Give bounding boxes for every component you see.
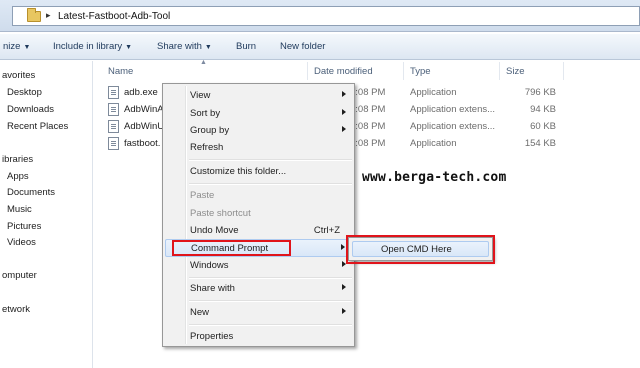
file-date: 3:08 PM [350,138,386,149]
shortcut-label: Ctrl+Z [313,225,340,236]
navigation-pane: avorites Desktop Downloads Recent Places… [0,61,93,368]
file-type: Application extens... [410,121,496,132]
menu-item-view[interactable]: View [165,87,352,105]
file-name: AdbWinU [124,121,165,132]
menu-item-refresh[interactable]: Refresh [165,139,352,157]
menu-item-windows[interactable]: Windows [165,257,352,275]
submenu-arrow-icon [342,284,346,290]
menu-item-sort-by[interactable]: Sort by [165,105,352,123]
nav-libraries[interactable]: ibraries [2,154,33,165]
column-header-type[interactable]: Type [406,62,500,80]
dropdown-caret-icon: ▼ [204,44,212,51]
context-menu: View Sort by Group by Refresh Customize … [162,83,355,347]
nav-computer[interactable]: omputer [2,270,37,281]
file-size: 154 KB [524,138,556,149]
burn-button[interactable]: Burn [236,41,256,52]
nav-videos[interactable]: Videos [7,237,36,248]
nav-network[interactable]: etwork [2,304,30,315]
annotation-highlight-command-prompt [172,240,291,256]
dropdown-caret-icon: ▼ [125,44,133,51]
nav-favorites[interactable]: avorites [2,70,35,81]
annotation-highlight-open-cmd [346,235,495,264]
watermark-text: www.berga-tech.com [362,170,507,185]
nav-apps[interactable]: Apps [7,171,29,182]
menu-separator [189,159,352,161]
address-bar-region: ▸ Latest-Fastboot-Adb-Tool [0,0,640,32]
file-name: AdbWinA [124,104,164,115]
folder-icon [27,8,41,22]
menu-separator [189,324,352,326]
menu-separator [189,300,352,302]
file-size: 796 KB [524,87,556,98]
submenu-arrow-icon [342,308,346,314]
nav-recent-places[interactable]: Recent Places [7,121,68,132]
address-bar[interactable]: ▸ Latest-Fastboot-Adb-Tool [12,6,640,26]
exe-file-icon [108,86,119,99]
menu-item-properties[interactable]: Properties [165,328,352,346]
menu-item-paste: Paste [190,190,215,201]
menu-item-undo-move[interactable]: Undo Move Ctrl+Z [165,222,352,240]
column-header-name[interactable]: Name [104,62,308,80]
file-type: Application [410,87,457,98]
menu-item-customize-folder[interactable]: Customize this folder... [165,163,352,181]
share-with-button[interactable]: Share with ▼ [157,41,212,52]
dropdown-caret-icon: ▼ [23,44,31,51]
file-date: 3:08 PM [350,104,386,115]
breadcrumb-current-folder[interactable]: Latest-Fastboot-Adb-Tool [58,11,170,22]
menu-item-group-by[interactable]: Group by [165,122,352,140]
file-size: 60 KB [530,121,556,132]
dll-file-icon [108,103,119,116]
nav-downloads[interactable]: Downloads [7,104,54,115]
submenu-arrow-icon [341,244,345,250]
new-folder-button[interactable]: New folder [280,41,325,52]
menu-separator [189,183,352,185]
include-in-library-button[interactable]: Include in library ▼ [53,41,132,52]
file-date: 3:08 PM [350,121,386,132]
column-header-size[interactable]: Size [502,62,564,80]
file-size: 94 KB [530,104,556,115]
breadcrumb-chevron-icon[interactable]: ▸ [46,10,51,21]
organize-button[interactable]: nize ▼ [3,41,30,52]
dll-file-icon [108,120,119,133]
submenu-arrow-icon [342,109,346,115]
file-type: Application [410,138,457,149]
menu-item-new[interactable]: New [165,304,352,322]
exe-file-icon [108,137,119,150]
nav-pictures[interactable]: Pictures [7,221,41,232]
submenu-arrow-icon [342,126,346,132]
nav-desktop[interactable]: Desktop [7,87,42,98]
nav-documents[interactable]: Documents [7,187,55,198]
submenu-arrow-icon [342,91,346,97]
file-type: Application extens... [410,104,496,115]
file-date: 3:08 PM [350,87,386,98]
file-name: fastboot. [124,138,161,149]
menu-separator [189,277,352,279]
menu-item-share-with[interactable]: Share with [165,280,352,298]
command-bar: nize ▼ Include in library ▼ Share with ▼ Bu… [0,34,640,60]
column-header-date-modified[interactable]: Date modified [310,62,404,80]
file-name: adb.exe [124,87,158,98]
menu-item-paste-shortcut: Paste shortcut [190,208,251,219]
nav-music[interactable]: Music [7,204,32,215]
